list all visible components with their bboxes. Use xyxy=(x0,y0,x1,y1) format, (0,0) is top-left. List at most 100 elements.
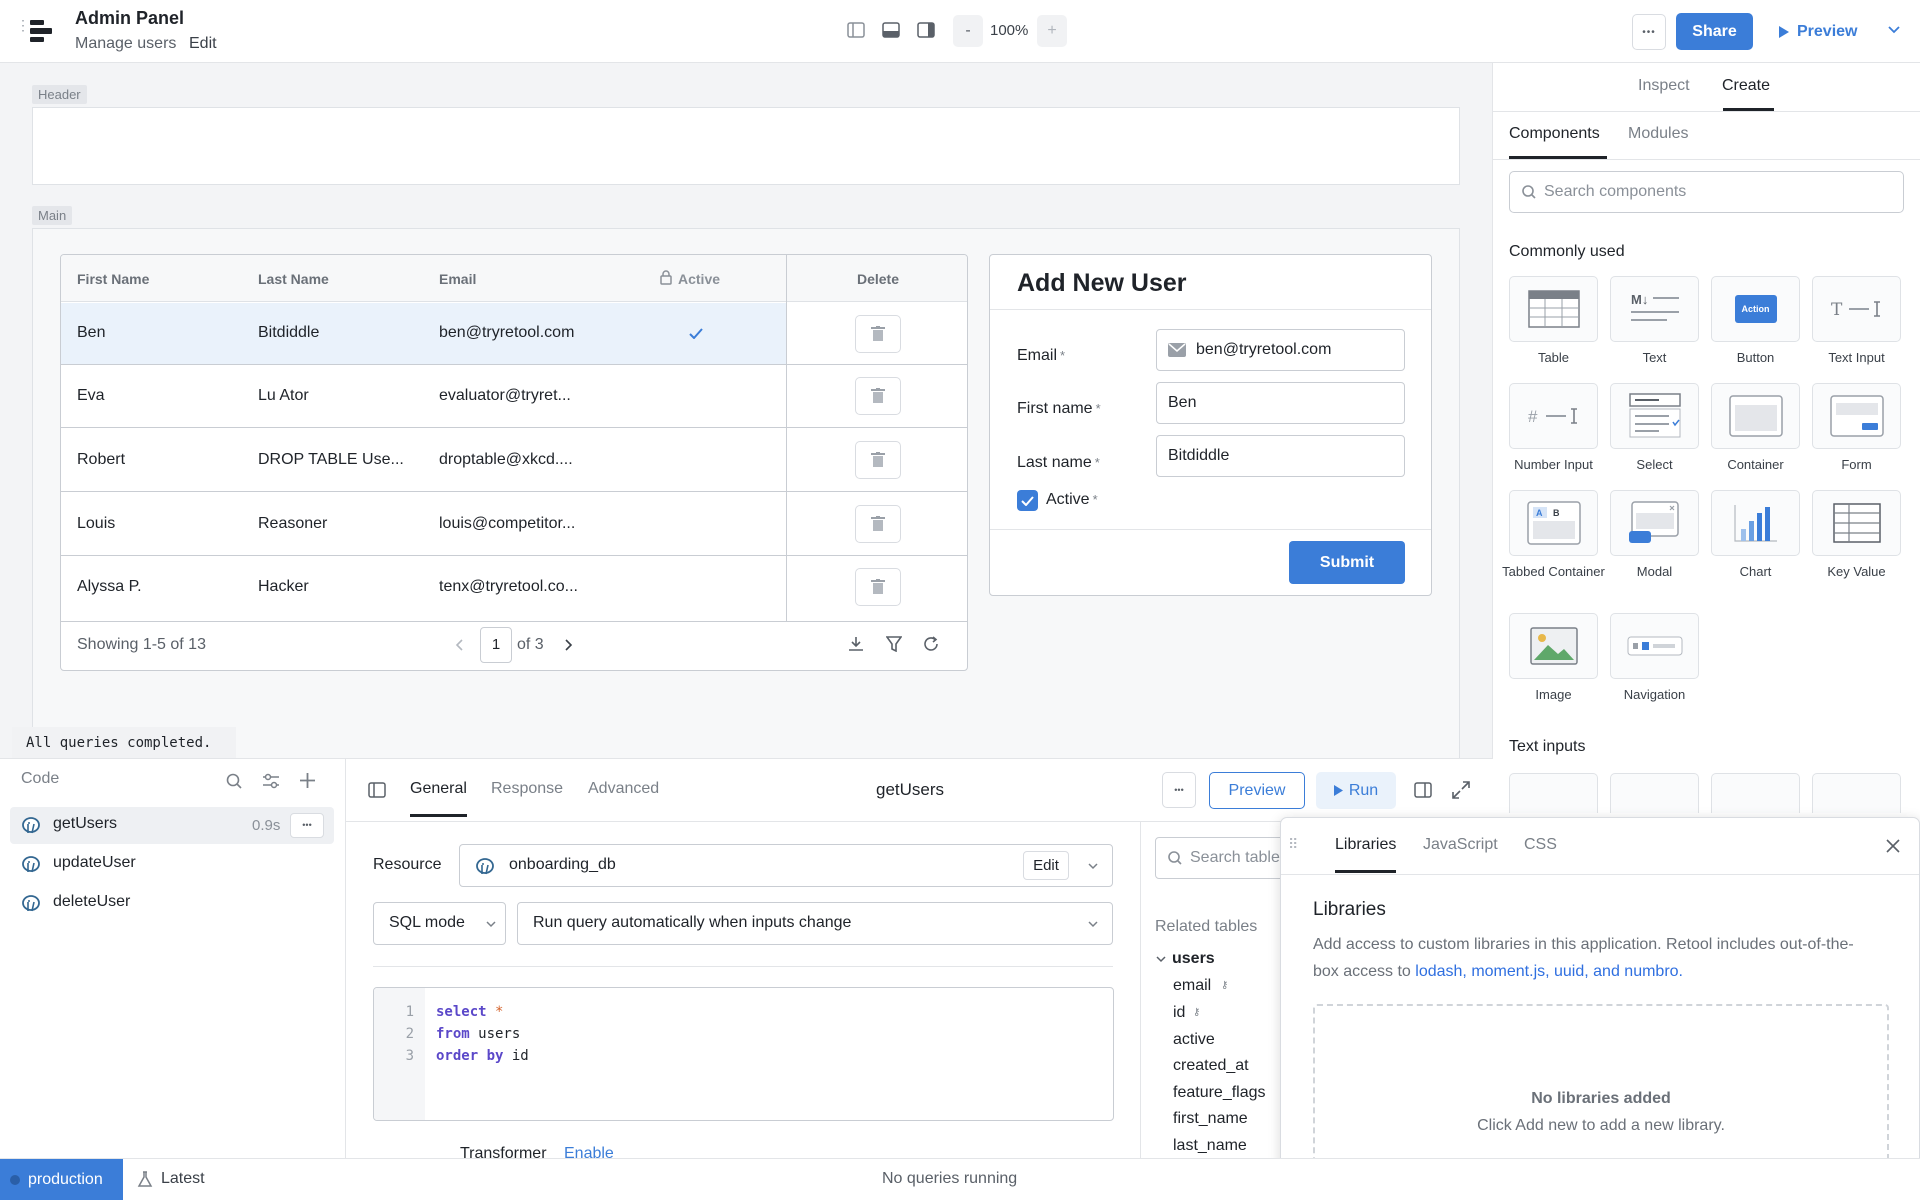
tab-javascript[interactable]: JavaScript xyxy=(1423,836,1498,854)
filter-sliders-icon[interactable] xyxy=(262,773,280,789)
component-search-input[interactable]: Search components xyxy=(1509,171,1904,213)
delete-row-button[interactable] xyxy=(855,568,901,606)
query-more-button[interactable]: ••• xyxy=(1162,772,1196,808)
run-query-button[interactable]: Run xyxy=(1316,772,1396,809)
component-table[interactable]: Table xyxy=(1502,276,1605,366)
drag-handle-icon[interactable]: ⠿ xyxy=(1288,836,1298,853)
header-section[interactable] xyxy=(32,107,1460,185)
last-name-field[interactable]: Bitdiddle xyxy=(1156,435,1405,477)
table-cell[interactable]: evaluator@tryret... xyxy=(439,387,571,405)
tab-inspect[interactable]: Inspect xyxy=(1638,77,1690,95)
delete-row-button[interactable] xyxy=(855,505,901,543)
delete-row-button[interactable] xyxy=(855,441,901,479)
table-cell[interactable]: Eva xyxy=(77,387,105,405)
col-header-email[interactable]: Email xyxy=(439,271,476,287)
add-user-form[interactable]: Add New User Email * ben@tryretool.com Fi… xyxy=(989,254,1432,596)
refresh-icon[interactable] xyxy=(923,636,940,652)
query-more-button[interactable]: ••• xyxy=(290,813,324,838)
table-cell[interactable]: Reasoner xyxy=(258,515,327,533)
component-text[interactable]: M↓ Text xyxy=(1603,276,1706,366)
filter-icon[interactable] xyxy=(886,636,902,652)
sql-code-editor[interactable]: 1 select * 2 from users 3 order by id xyxy=(373,987,1114,1121)
col-header-active[interactable]: Active xyxy=(678,271,720,287)
add-query-icon[interactable] xyxy=(299,772,316,789)
schema-table-name[interactable]: users xyxy=(1172,950,1215,968)
table-row-selected[interactable] xyxy=(61,303,786,364)
subtab-modules[interactable]: Modules xyxy=(1628,125,1688,143)
page-name[interactable]: Manage users xyxy=(75,35,176,53)
included-libraries-links[interactable]: lodash, moment.js, uuid, and numbro. xyxy=(1415,963,1683,980)
tab-response[interactable]: Response xyxy=(491,780,563,798)
chevron-down-icon[interactable] xyxy=(1156,956,1166,963)
share-button[interactable]: Share xyxy=(1676,13,1753,50)
table-cell[interactable]: Robert xyxy=(77,451,125,469)
table-cell[interactable]: droptable@xkcd.... xyxy=(439,451,573,469)
zoom-in-button[interactable]: + xyxy=(1037,15,1067,47)
download-icon[interactable] xyxy=(848,636,864,652)
preview-app-button[interactable]: Preview xyxy=(1765,13,1890,50)
close-icon[interactable] xyxy=(1886,839,1900,853)
search-icon[interactable] xyxy=(226,773,242,789)
submit-button[interactable]: Submit xyxy=(1289,541,1405,584)
col-header-last-name[interactable]: Last Name xyxy=(258,271,329,287)
sidebar-toggle-icon[interactable] xyxy=(368,782,386,798)
table-cell[interactable]: DROP TABLE Use... xyxy=(258,451,404,469)
environment-badge[interactable]: production xyxy=(0,1159,123,1200)
expand-icon[interactable] xyxy=(1452,781,1470,799)
prev-page-icon[interactable] xyxy=(455,639,463,651)
version-label[interactable]: Latest xyxy=(161,1170,205,1188)
table-cell[interactable]: tenx@tryretool.co... xyxy=(439,578,578,596)
email-field[interactable]: ben@tryretool.com xyxy=(1156,329,1405,371)
table-cell[interactable]: Lu Ator xyxy=(258,387,309,405)
more-options-button[interactable]: ••• xyxy=(1632,14,1666,50)
table-cell[interactable]: Ben xyxy=(77,324,105,342)
tab-libraries[interactable]: Libraries xyxy=(1335,836,1397,873)
sql-mode-select[interactable]: SQL mode xyxy=(373,902,506,945)
component-image[interactable]: Image xyxy=(1502,613,1605,703)
subtab-components[interactable]: Components xyxy=(1509,125,1600,143)
preview-dropdown-chevron-icon[interactable] xyxy=(1888,26,1900,34)
delete-row-button[interactable] xyxy=(855,377,901,415)
left-panel-toggle-icon[interactable] xyxy=(847,22,865,38)
table-cell[interactable]: louis@competitor... xyxy=(439,515,575,533)
component-tile-partial[interactable] xyxy=(1711,773,1800,813)
right-panel-toggle-icon[interactable] xyxy=(917,22,935,38)
edit-page-link[interactable]: Edit xyxy=(189,35,217,53)
users-table[interactable]: First Name Last Name Email Active Delete… xyxy=(60,254,968,671)
table-cell[interactable]: ben@tryretool.com xyxy=(439,324,574,342)
query-item[interactable]: deleteUser xyxy=(53,893,130,911)
tab-advanced[interactable]: Advanced xyxy=(588,780,659,798)
preview-query-button[interactable]: Preview xyxy=(1209,772,1305,809)
table-cell[interactable]: Louis xyxy=(77,515,115,533)
active-checkbox[interactable] xyxy=(1017,490,1038,511)
tab-create[interactable]: Create xyxy=(1722,77,1770,95)
tab-general[interactable]: General xyxy=(410,780,467,817)
component-number-input[interactable]: # Number Input xyxy=(1502,383,1605,473)
component-navigation[interactable]: Navigation xyxy=(1603,613,1706,703)
tab-css[interactable]: CSS xyxy=(1524,836,1557,854)
component-modal[interactable]: Modal xyxy=(1603,490,1706,580)
component-button[interactable]: Action Button xyxy=(1704,276,1807,366)
component-container[interactable]: Container xyxy=(1704,383,1807,473)
edit-resource-button[interactable]: Edit xyxy=(1023,851,1069,880)
component-select[interactable]: Select xyxy=(1603,383,1706,473)
side-panel-icon[interactable] xyxy=(1414,782,1432,798)
first-name-field[interactable]: Ben xyxy=(1156,382,1405,424)
zoom-out-button[interactable]: - xyxy=(953,15,983,47)
page-number-input[interactable]: 1 xyxy=(480,627,512,663)
component-chart[interactable]: Chart xyxy=(1704,490,1807,580)
component-tile-partial[interactable] xyxy=(1509,773,1598,813)
component-key-value[interactable]: Key Value xyxy=(1805,490,1908,580)
next-page-icon[interactable] xyxy=(565,639,573,651)
component-tile-partial[interactable] xyxy=(1610,773,1699,813)
query-item[interactable]: updateUser xyxy=(53,854,136,872)
run-trigger-select[interactable]: Run query automatically when inputs chan… xyxy=(517,902,1113,945)
component-tabbed-container[interactable]: AB Tabbed Container xyxy=(1502,490,1605,580)
table-cell[interactable]: Hacker xyxy=(258,578,309,596)
retool-logo-icon[interactable] xyxy=(28,20,54,42)
delete-row-button[interactable] xyxy=(855,315,901,353)
resource-select[interactable]: onboarding_db Edit xyxy=(459,844,1113,887)
table-cell[interactable]: Alyssa P. xyxy=(77,578,142,596)
component-form[interactable]: Form xyxy=(1805,383,1908,473)
col-header-first-name[interactable]: First Name xyxy=(77,271,149,287)
